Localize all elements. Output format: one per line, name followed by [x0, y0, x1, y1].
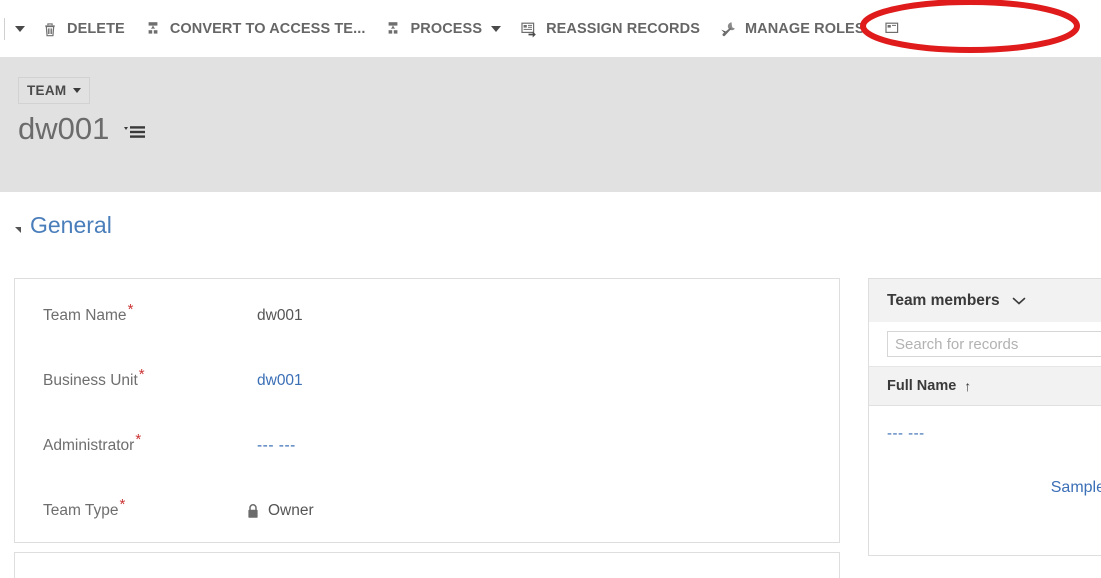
table-row[interactable]: Sample: [869, 460, 1101, 516]
field-value-team-type-text: Owner: [268, 502, 314, 519]
command-bar-more-button[interactable]: [874, 0, 903, 57]
entity-breadcrumb-label: TEAM: [27, 83, 67, 98]
chevron-down-icon: [15, 25, 25, 32]
team-members-header[interactable]: Team members: [869, 279, 1101, 322]
table-row[interactable]: --- ---: [869, 406, 1101, 460]
reassign-records-icon: [519, 19, 539, 39]
chevron-down-icon: [1012, 296, 1026, 306]
record-title-row: dw001: [18, 113, 148, 144]
delete-button[interactable]: DELETE: [31, 0, 134, 57]
search-input[interactable]: [887, 331, 1101, 357]
team-members-title: Team members: [887, 291, 1000, 309]
reassign-records-button[interactable]: REASSIGN RECORDS: [510, 0, 709, 57]
required-marker: *: [127, 300, 134, 318]
chevron-down-icon: [491, 25, 502, 32]
grid-column-header-label: Full Name: [887, 378, 957, 394]
grid-cell-full-name[interactable]: --- ---: [887, 425, 925, 442]
section-title: General: [30, 212, 112, 238]
required-marker: *: [119, 495, 126, 513]
wrench-icon: [718, 19, 738, 39]
field-value-team-name[interactable]: dw001: [257, 307, 303, 325]
field-value-business-unit[interactable]: dw001: [257, 372, 303, 390]
process-button-label: PROCESS: [410, 20, 483, 37]
field-label-team-name: Team Name*: [43, 300, 134, 324]
field-value-team-type: Owner: [246, 502, 314, 520]
field-row-team-name: Team Name* dw001: [15, 287, 839, 345]
page-title: dw001: [18, 111, 110, 146]
field-row-administrator: Administrator* --- ---: [15, 417, 839, 475]
manage-roles-button[interactable]: MANAGE ROLES: [709, 0, 874, 57]
sort-ascending-icon: ↑: [964, 378, 972, 394]
form-body: General Team Name* dw001 Business Unit* …: [0, 192, 1101, 578]
record-header: TEAM dw001: [0, 57, 1101, 192]
field-label-business-unit: Business Unit*: [43, 365, 145, 389]
trash-icon: [40, 19, 60, 39]
section-header-general[interactable]: General: [15, 214, 112, 237]
caret-down-icon: [73, 88, 82, 93]
form-selector-icon[interactable]: [122, 123, 148, 141]
delete-button-label: DELETE: [67, 20, 125, 37]
team-icon: [383, 19, 403, 39]
required-marker: *: [138, 365, 145, 383]
manage-roles-button-label: MANAGE ROLES: [744, 20, 865, 37]
grid-column-header-full-name[interactable]: Full Name ↑: [869, 366, 1101, 406]
field-row-business-unit: Business Unit* dw001: [15, 352, 839, 410]
reassign-records-button-label: REASSIGN RECORDS: [546, 20, 700, 37]
convert-to-access-team-button[interactable]: CONVERT TO ACCESS TE...: [134, 0, 375, 57]
field-label-administrator: Administrator*: [43, 430, 142, 454]
field-row-team-type: Team Type* Owner: [15, 482, 839, 540]
lock-icon: [246, 503, 260, 520]
next-section-card: [14, 552, 840, 578]
field-label-team-type: Team Type*: [43, 495, 126, 519]
entity-breadcrumb-team[interactable]: TEAM: [18, 77, 91, 104]
convert-to-access-team-button-label: CONVERT TO ACCESS TE...: [169, 20, 366, 37]
field-value-administrator[interactable]: --- ---: [257, 437, 296, 455]
team-icon: [143, 19, 163, 39]
process-button[interactable]: PROCESS: [374, 0, 510, 57]
required-marker: *: [135, 430, 142, 448]
grid-cell-full-name[interactable]: Sample: [1051, 479, 1101, 497]
command-bar-overflow-button[interactable]: [9, 0, 31, 57]
general-section-card: Team Name* dw001 Business Unit* dw001 Ad…: [14, 278, 840, 543]
command-bar-divider: [4, 17, 5, 40]
team-members-search-row: [869, 322, 1101, 366]
team-members-subgrid: Team members Full Name ↑ --- --- Sample: [868, 278, 1101, 556]
more-commands-icon: [883, 19, 903, 39]
triangle-collapse-icon: [15, 226, 21, 233]
command-bar: DELETE CONVERT TO ACCESS TE... PROCESS R…: [0, 0, 1101, 58]
